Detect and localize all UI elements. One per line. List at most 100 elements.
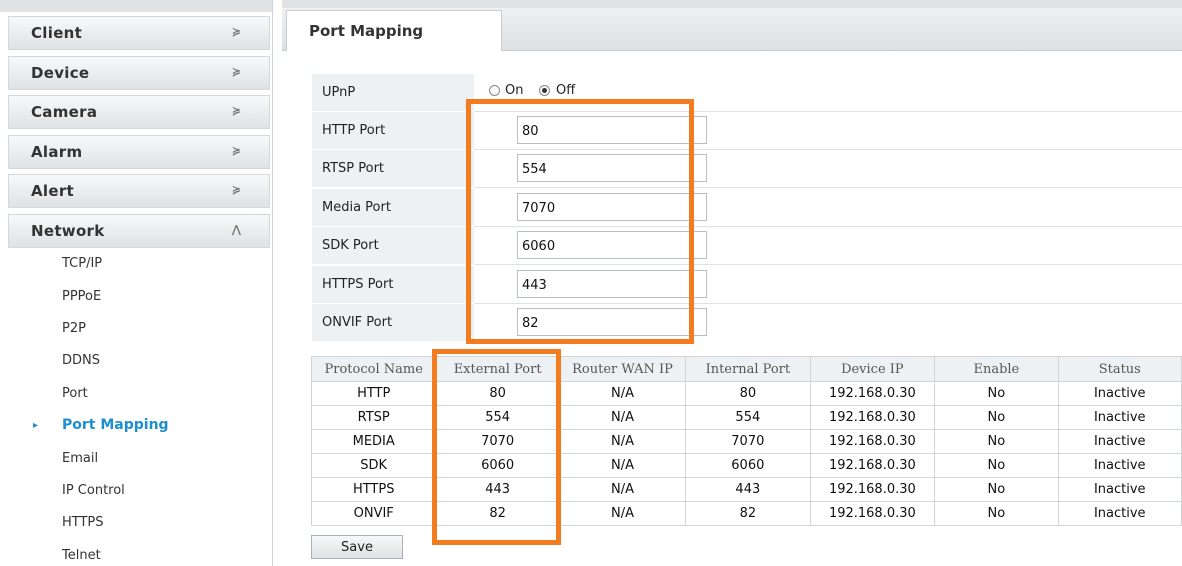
cell-router-wan-ip: N/A (558, 477, 687, 502)
http-port-row: HTTP Port (312, 112, 1182, 150)
cell-internal-port: 443 (685, 477, 811, 502)
col-status: Status (1057, 356, 1182, 382)
cell-enable: No (934, 453, 1059, 478)
cell-internal-port: 6060 (685, 453, 811, 478)
sidebar-item-telnet[interactable]: Telnet (62, 548, 101, 563)
cell-enable: No (934, 477, 1059, 502)
cell-status: Inactive (1057, 453, 1182, 478)
sdk-port-label-cell: SDK Port (312, 227, 474, 264)
port-inputs-highlight (466, 99, 694, 344)
sidebar-section-alarm[interactable]: Alarm ≽ (8, 135, 270, 169)
sdk-port-label: SDK Port (322, 238, 379, 253)
cell-router-wan-ip: N/A (558, 453, 687, 478)
https-port-label: HTTPS Port (322, 277, 394, 292)
chevron-down-icon: ≽ (231, 65, 241, 78)
cell-router-wan-ip: N/A (558, 381, 687, 406)
media-port-label-cell: Media Port (312, 189, 474, 226)
sidebar-item-pppoe[interactable]: PPPoE (62, 289, 101, 304)
chevron-down-icon: ≽ (231, 104, 241, 117)
cell-device-ip: 192.168.0.30 (809, 429, 936, 454)
cell-device-ip: 192.168.0.30 (809, 501, 936, 526)
media-port-label: Media Port (322, 200, 391, 215)
cell-status: Inactive (1057, 405, 1182, 430)
cell-device-ip: 192.168.0.30 (809, 405, 936, 430)
upnp-label: UPnP (322, 85, 356, 100)
section-label: Alarm (31, 143, 83, 161)
upnp-label-cell: UPnP (312, 74, 474, 111)
cell-internal-port: 554 (685, 405, 811, 430)
sidebar-section-device[interactable]: Device ≽ (8, 56, 270, 90)
chevron-down-icon: ≽ (231, 144, 241, 157)
chevron-up-icon: ⋀ (231, 223, 241, 236)
tab-port-mapping[interactable]: Port Mapping (286, 10, 502, 51)
https-port-row: HTTPS Port (312, 266, 1182, 304)
sidebar-item-email[interactable]: Email (62, 451, 98, 466)
sidebar-item-ip-control[interactable]: IP Control (62, 483, 125, 498)
sidebar-item-port[interactable]: Port (62, 386, 88, 401)
col-device-ip: Device IP (809, 356, 936, 382)
tab-label: Port Mapping (309, 22, 424, 40)
https-port-label-cell: HTTPS Port (312, 266, 474, 303)
col-protocol-name: Protocol Name (310, 356, 437, 382)
rtsp-port-row: RTSP Port (312, 150, 1182, 188)
sidebar-item-tcpip[interactable]: TCP/IP (62, 256, 102, 271)
cell-protocol: SDK (310, 453, 437, 478)
save-button[interactable]: Save (311, 535, 403, 559)
col-internal-port: Internal Port (685, 356, 811, 382)
media-port-row: Media Port (312, 189, 1182, 227)
external-port-highlight (432, 349, 561, 545)
sidebar-section-client[interactable]: Client ≽ (8, 16, 270, 50)
sidebar-item-port-mapping[interactable]: Port Mapping (62, 417, 169, 433)
cell-internal-port: 82 (685, 501, 811, 526)
cell-router-wan-ip: N/A (558, 405, 687, 430)
sidebar-item-https[interactable]: HTTPS (62, 515, 104, 530)
section-label: Alert (31, 182, 74, 200)
upnp-on-label: On (505, 83, 524, 98)
cell-protocol: MEDIA (310, 429, 437, 454)
upnp-row: UPnP On Off (312, 74, 1182, 112)
cell-enable: No (934, 429, 1059, 454)
chevron-down-icon: ≽ (231, 25, 241, 38)
section-label: Device (31, 64, 90, 82)
rtsp-port-label: RTSP Port (322, 161, 385, 176)
cell-enable: No (934, 405, 1059, 430)
col-enable: Enable (934, 356, 1059, 382)
upnp-on-radio[interactable] (489, 85, 500, 96)
onvif-port-label-cell: ONVIF Port (312, 304, 474, 341)
cell-router-wan-ip: N/A (558, 501, 687, 526)
section-label: Client (31, 24, 83, 42)
cell-internal-port: 80 (685, 381, 811, 406)
sidebar-section-network[interactable]: Network ⋀ (8, 214, 270, 248)
cell-device-ip: 192.168.0.30 (809, 453, 936, 478)
cell-status: Inactive (1057, 429, 1182, 454)
cell-status: Inactive (1057, 477, 1182, 502)
top-strip (282, 0, 1182, 8)
chevron-down-icon: ≽ (231, 183, 241, 196)
cell-protocol: RTSP (310, 405, 437, 430)
cell-router-wan-ip: N/A (558, 429, 687, 454)
cell-status: Inactive (1057, 381, 1182, 406)
cell-protocol: ONVIF (310, 501, 437, 526)
onvif-port-row: ONVIF Port (312, 304, 1182, 342)
upnp-off-radio[interactable] (539, 85, 550, 96)
onvif-port-label: ONVIF Port (322, 315, 393, 330)
section-label: Camera (31, 103, 98, 121)
sidebar-section-alert[interactable]: Alert ≽ (8, 174, 270, 208)
sdk-port-row: SDK Port (312, 227, 1182, 265)
sidebar-item-ddns[interactable]: DDNS (62, 353, 100, 368)
section-label: Network (31, 222, 105, 240)
cell-enable: No (934, 501, 1059, 526)
cell-protocol: HTTP (310, 381, 437, 406)
cell-enable: No (934, 381, 1059, 406)
cell-device-ip: 192.168.0.30 (809, 381, 936, 406)
cell-status: Inactive (1057, 501, 1182, 526)
col-router-wan-ip: Router WAN IP (558, 356, 687, 382)
sidebar-item-p2p[interactable]: P2P (62, 321, 86, 336)
active-caret-icon: ▸ (33, 420, 39, 431)
http-port-label-cell: HTTP Port (312, 112, 474, 149)
http-port-label: HTTP Port (322, 123, 386, 138)
sidebar-top-strip (0, 0, 272, 12)
sidebar-section-camera[interactable]: Camera ≽ (8, 95, 270, 129)
sidebar: Client ≽ Device ≽ Camera ≽ Alarm ≽ Alert… (0, 0, 273, 566)
cell-protocol: HTTPS (310, 477, 437, 502)
